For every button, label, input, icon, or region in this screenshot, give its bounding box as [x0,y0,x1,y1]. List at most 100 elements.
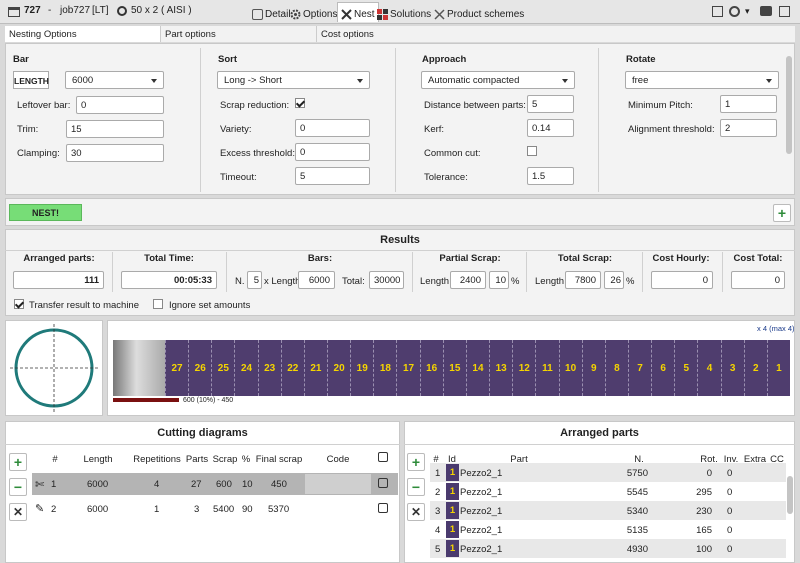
distance-input[interactable]: 5 [527,95,574,113]
cell: 1 [154,504,160,515]
cell: 1 [51,479,57,490]
timeout-input[interactable]: 5 [295,167,370,185]
bars-length-label: x Length [264,276,301,287]
bar-part: 7 [627,340,651,396]
cell: 4930 [626,544,648,555]
excess-threshold-input[interactable]: 0 [295,143,370,161]
bar-part: 16 [419,340,443,396]
kerf-input[interactable]: 0.14 [527,119,574,137]
approach-select[interactable]: Automatic compacted [421,71,575,89]
options-panel [5,43,795,195]
ignore-amounts-label: Ignore set amounts [169,300,251,311]
ignore-amounts-checkbox[interactable] [153,299,163,309]
bar-part: 13 [489,340,512,396]
delete-part-button[interactable]: ✕ [407,503,425,521]
remove-part-button[interactable]: − [407,478,425,496]
cell: 0 [727,506,733,517]
lock-icon [378,452,388,462]
cell: 0 [727,487,733,498]
col-length: Length [83,454,113,465]
options-scrollbar[interactable] [786,56,792,154]
scrap-reduction-checkbox[interactable] [295,98,305,108]
bars-n-value: 5 [247,271,262,289]
cell: 5750 [626,468,648,479]
cell: 450 [271,479,287,490]
leftover-input[interactable]: 0 [76,96,164,114]
run-icon[interactable] [729,6,740,17]
cell: 5370 [268,504,290,515]
job-number: 727 [24,5,41,16]
cell: 5135 [626,525,648,536]
length-button[interactable]: LENGTH [13,71,49,89]
tab-product-schemes[interactable]: Product schemes [431,2,527,22]
col-final-scrap: Final scrap [255,454,303,465]
cell: 2 [51,504,57,515]
arranged-parts-label: Arranged parts: [23,253,95,264]
tab-label: Nest [354,9,375,20]
clamping-input[interactable]: 30 [66,144,164,162]
col-percent: % [241,454,251,465]
variety-input[interactable]: 0 [295,119,370,137]
id-badge: 1 [446,483,459,500]
lock-icon[interactable] [378,503,388,513]
divider [722,252,723,292]
divider [5,250,795,251]
add-diagram-button[interactable]: + [9,453,27,471]
export-icon[interactable] [779,6,790,17]
add-part-button[interactable]: + [407,453,425,471]
rotate-select[interactable]: free [625,71,779,89]
bar-part: 12 [512,340,535,396]
bar-part: 6 [651,340,674,396]
bars-length-value: 6000 [298,271,335,289]
bar-part: 14 [465,340,489,396]
total-time-value: 00:05:33 [121,271,217,289]
sort-header: Sort [218,54,237,65]
save-icon[interactable] [712,6,723,17]
transfer-checkbox[interactable] [14,299,24,309]
bars-n-label: N. [235,276,245,287]
chevron-down-icon[interactable]: ▾ [745,6,750,17]
alignment-threshold-input[interactable]: 2 [720,119,777,137]
tab-nest[interactable]: Nest [337,2,379,22]
bar-length-select[interactable]: 6000 [65,71,164,89]
cell: 10 [242,479,253,490]
id-badge: 1 [446,521,459,538]
trim-input[interactable]: 15 [66,120,164,138]
percent-sign: % [511,276,520,287]
tolerance-input[interactable]: 1.5 [527,167,574,185]
remove-diagram-button[interactable]: − [9,478,27,496]
print-icon[interactable] [760,6,772,16]
parts-scrollbar[interactable] [787,476,793,514]
cell: 0 [727,544,733,555]
tab-options[interactable]: Options [287,2,340,22]
profile-icon [117,6,127,16]
cost-hourly-value: 0 [651,271,713,289]
delete-diagram-button[interactable]: ✕ [9,503,27,521]
code-cell[interactable] [305,474,371,494]
col-repetitions: Repetitions [133,454,181,465]
minimum-pitch-input[interactable]: 1 [720,95,777,113]
tab-solutions[interactable]: Solutions [374,2,434,22]
divider [226,252,227,292]
subtab-cost-options[interactable]: Cost options [317,26,795,42]
cell: 2 [435,487,441,498]
schemes-icon [434,8,445,20]
nesting-subtabs: Nesting Options Part options Cost option… [5,26,795,42]
cell: Pezzo2_1 [460,525,503,536]
lock-icon[interactable] [378,478,388,488]
nest-button[interactable]: NEST! [9,204,82,221]
cell: 6000 [87,479,109,490]
alignment-threshold-label: Alignment threshold: [628,124,715,135]
bar-part: 26 [188,340,211,396]
partial-length-value: 2400 [450,271,486,289]
arranged-parts-value: 111 [13,271,104,289]
subtab-part-options[interactable]: Part options [161,26,317,42]
window-icon [8,7,20,17]
subtab-nesting-options[interactable]: Nesting Options [5,26,161,42]
add-icon[interactable]: + [773,204,791,222]
results-title: Results [380,234,420,246]
profile-section-view [5,320,103,416]
common-cut-label: Common cut: [424,148,481,159]
sort-select[interactable]: Long -> Short [217,71,370,89]
common-cut-checkbox[interactable] [527,146,537,156]
